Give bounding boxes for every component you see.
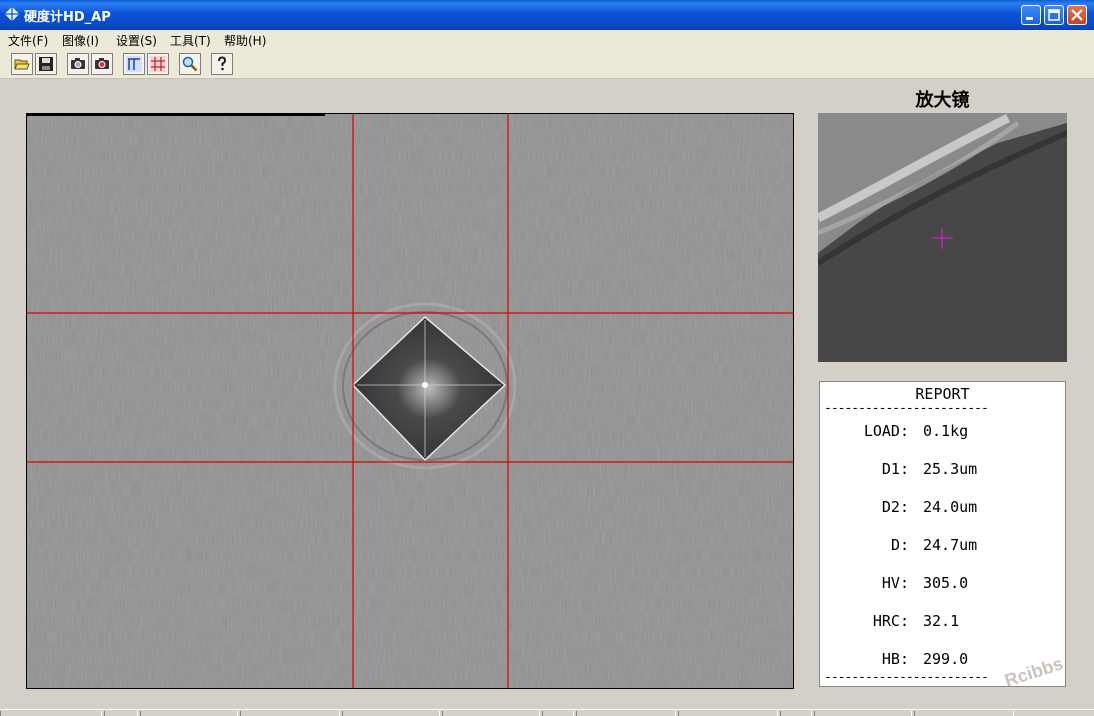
status-cell: [542, 711, 574, 716]
specimen-image: [27, 114, 793, 688]
status-cell: [104, 711, 138, 716]
close-button[interactable]: [1067, 5, 1087, 25]
help-icon: [218, 56, 227, 71]
report-label-d: D:: [890, 536, 909, 554]
minimize-button[interactable]: [1021, 5, 1041, 25]
report-panel: REPORT ------------------------ LOAD: 0.…: [819, 381, 1066, 687]
measure-lines-icon: [126, 56, 142, 72]
report-label-d1: D1:: [881, 460, 909, 478]
maximize-button[interactable]: [1044, 5, 1064, 25]
status-cell: [240, 711, 340, 716]
magnifier-image: [818, 113, 1067, 362]
status-cell: [0, 711, 102, 716]
save-icon: [39, 57, 53, 71]
status-cell: [780, 711, 812, 716]
report-value-d1: 25.3um: [923, 460, 978, 478]
save-button[interactable]: [35, 53, 57, 75]
open-folder-icon: [14, 59, 30, 70]
status-cell: [678, 711, 778, 716]
magnifier-icon: [182, 56, 198, 72]
report-label-hrc: HRC:: [872, 612, 909, 630]
report-separator-top: ------------------------: [824, 401, 989, 416]
report-value-hb: 299.0: [923, 650, 969, 668]
title-bar[interactable]: 硬度计HD_AP: [0, 0, 1094, 30]
menu-settings[interactable]: 设置(S): [116, 32, 157, 49]
status-cell: [442, 711, 540, 716]
camera-icon: [71, 58, 85, 69]
grid-icon: [150, 56, 166, 72]
report-value-hv: 305.0: [923, 574, 969, 592]
report-label-hb: HB:: [881, 650, 909, 668]
status-cell: [576, 711, 676, 716]
menu-bar: 文件(F) 图像(I) 设置(S) 工具(T) 帮助(H): [0, 30, 1094, 50]
magnifier-view: [818, 113, 1067, 362]
status-cell: [914, 711, 1014, 716]
menu-image[interactable]: 图像(I): [62, 32, 99, 49]
maximize-icon: [1048, 9, 1060, 21]
report-label-d2: D2:: [881, 498, 909, 516]
menu-help[interactable]: 帮助(H): [224, 32, 266, 49]
app-icon: [5, 7, 19, 21]
open-button[interactable]: [11, 53, 33, 75]
capture-button[interactable]: [91, 53, 113, 75]
report-value-hrc: 32.1: [923, 612, 960, 630]
camera-button[interactable]: [67, 53, 89, 75]
toolbar: [0, 50, 1094, 79]
status-cell: [814, 711, 912, 716]
close-icon: [1071, 9, 1083, 21]
status-cell: [342, 711, 440, 716]
status-cell: [140, 711, 238, 716]
menu-file[interactable]: 文件(F): [8, 32, 48, 49]
report-value-d2: 24.0um: [923, 498, 978, 516]
magnifier-title: 放大镜: [915, 90, 970, 111]
image-view[interactable]: [26, 113, 794, 689]
help-button[interactable]: [211, 53, 233, 75]
report-value-d: 24.7um: [923, 536, 978, 554]
report-value-load: 0.1kg: [923, 422, 969, 440]
measure-button[interactable]: [123, 53, 145, 75]
zoom-button[interactable]: [179, 53, 201, 75]
grid-button[interactable]: [147, 53, 169, 75]
minimize-icon: [1026, 17, 1033, 20]
menu-tools[interactable]: 工具(T): [170, 32, 211, 49]
window-title: 硬度计HD_AP: [24, 10, 111, 25]
camera-capture-icon: [95, 58, 109, 69]
report-label-load: LOAD:: [863, 422, 909, 440]
report-label-hv: HV:: [881, 574, 909, 592]
